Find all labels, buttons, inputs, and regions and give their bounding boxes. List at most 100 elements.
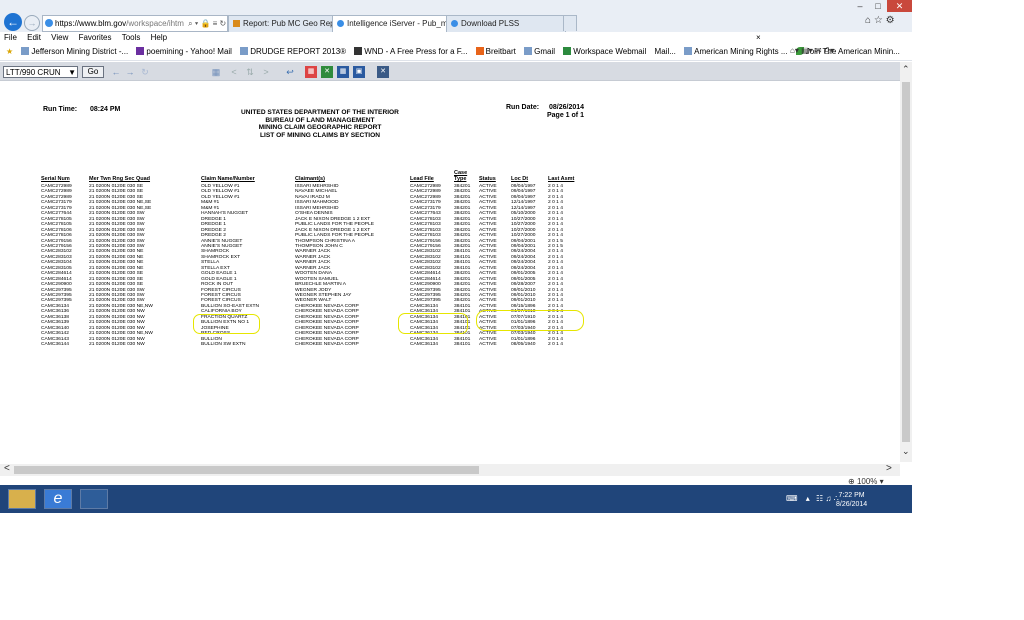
close-window-button[interactable]: ✕ bbox=[887, 0, 912, 12]
report-title-line: MINING CLAIM GEOGRAPHIC REPORT bbox=[258, 124, 382, 132]
next-page-icon[interactable]: > bbox=[260, 66, 272, 78]
favorite-label: WND - A Free Press for a F... bbox=[364, 47, 468, 56]
clock-time: 7:22 PM bbox=[838, 492, 865, 499]
export-image-icon[interactable]: ▦ bbox=[337, 66, 349, 78]
run-date-value: 08/26/2014 bbox=[549, 104, 585, 111]
run-time-label: Run Time: bbox=[43, 106, 78, 113]
menu-edit[interactable]: Edit bbox=[27, 33, 41, 42]
scroll-down-icon[interactable]: ⌄ bbox=[902, 446, 910, 457]
home-page-icon[interactable]: ⌂▾ bbox=[790, 46, 799, 55]
tray-expand-icon[interactable]: ▴ bbox=[806, 494, 810, 503]
address-bar[interactable]: https://www.blm.gov/workspace/ihtm ⌕ ▾ 🔒… bbox=[42, 15, 228, 32]
horizontal-scroll-thumb[interactable] bbox=[14, 466, 479, 474]
internet-explorer-icon[interactable]: e bbox=[44, 489, 72, 509]
page-icon bbox=[684, 47, 693, 55]
col-mer-twn-rng-sec-quad-cell: 21 0200N 0120E 030 NW bbox=[89, 342, 145, 348]
tab-intelligence-iserver[interactable]: Intelligence iServer - Pub_m... × bbox=[332, 15, 450, 32]
file-explorer-icon[interactable] bbox=[8, 489, 36, 509]
save-icon[interactable]: ▣ bbox=[353, 66, 365, 78]
export-excel-icon[interactable]: ✕ bbox=[321, 66, 333, 78]
col-serial-num-header: Serial Num bbox=[41, 176, 70, 182]
menu-view[interactable]: View bbox=[51, 33, 68, 42]
maximize-button[interactable]: □ bbox=[869, 0, 887, 12]
background bbox=[912, 0, 1024, 513]
print-icon[interactable]: ⎙▾ bbox=[824, 46, 834, 55]
menu-bar: File Edit View Favorites Tools Help × bbox=[0, 32, 912, 44]
favorite-breitbart[interactable]: Breitbart bbox=[475, 44, 516, 60]
menu-tools[interactable]: Tools bbox=[122, 33, 141, 42]
favorite-drudge-report[interactable]: DRUDGE REPORT 2013® bbox=[240, 44, 346, 60]
minimize-button[interactable]: – bbox=[851, 0, 869, 12]
find-icon[interactable]: ↩ bbox=[284, 66, 296, 78]
favorites-star-icon[interactable]: ☆ bbox=[874, 15, 883, 26]
clock-date: 8/26/2014 bbox=[836, 501, 868, 508]
scroll-left-icon[interactable]: < bbox=[4, 463, 10, 474]
favorite-label: Jefferson Mining District -... bbox=[31, 47, 129, 56]
favorite-mail[interactable]: Mail... bbox=[655, 44, 676, 60]
menu-file[interactable]: File bbox=[4, 33, 17, 42]
page-icon bbox=[524, 47, 533, 55]
favorite-label: DRUDGE REPORT 2013® bbox=[250, 47, 347, 56]
vertical-scroll-thumb[interactable] bbox=[902, 82, 910, 442]
ie-page-icon bbox=[45, 19, 53, 27]
breitbart-icon bbox=[475, 47, 484, 55]
favorite-gmail[interactable]: Gmail bbox=[524, 44, 555, 60]
command-bar: ⌂▾ ▤▾ ✉ ⎙▾ bbox=[790, 46, 834, 56]
favorite-american-mining-rights[interactable]: American Mining Rights ... bbox=[684, 44, 788, 60]
chevron-down-icon: ▼ bbox=[68, 68, 76, 77]
new-tab-button[interactable] bbox=[563, 15, 577, 31]
volume-icon[interactable]: ♫ bbox=[825, 494, 831, 503]
tab-favicon-icon bbox=[337, 20, 344, 27]
col-last-asmt-header: Last Asmt bbox=[548, 176, 575, 182]
system-clock[interactable]: 7:22 PM 8/26/2014 bbox=[836, 491, 867, 509]
previous-page-icon[interactable]: < bbox=[228, 66, 240, 78]
highlight-circle-dates bbox=[476, 310, 584, 331]
windows-taskbar bbox=[0, 485, 912, 513]
refresh-icon[interactable]: ↻ bbox=[139, 66, 151, 78]
app-window-icon[interactable] bbox=[80, 489, 108, 509]
tab-favicon-icon bbox=[451, 20, 458, 27]
favorite-label: Mail... bbox=[654, 47, 676, 56]
favorite-jefferson-mining[interactable]: Jefferson Mining District -... bbox=[21, 44, 128, 60]
page-selector-icon[interactable]: ⇅ bbox=[244, 66, 256, 78]
first-page-icon[interactable]: ▦ bbox=[210, 66, 222, 78]
browser-tools: ⌂ ☆ ⚙ bbox=[865, 15, 895, 26]
settings-gear-icon[interactable]: ⚙ bbox=[886, 15, 895, 26]
export-pdf-icon[interactable]: ▦ bbox=[305, 66, 317, 78]
window-controls: – □ ✕ bbox=[851, 0, 912, 12]
mail-icon[interactable]: ✉ bbox=[815, 46, 822, 55]
favorites-star-icon[interactable]: ★ bbox=[6, 44, 13, 60]
tab-label: Report: Pub MC Geo Report bbox=[243, 19, 336, 28]
tab-report-pub-mc-geo[interactable]: Report: Pub MC Geo Report bbox=[228, 15, 336, 32]
network-icon[interactable]: ☷ bbox=[816, 494, 823, 503]
scroll-up-icon[interactable]: ⌃ bbox=[902, 64, 910, 75]
keyboard-icon[interactable]: ⌨ bbox=[786, 494, 798, 503]
address-path: /workspace/ihtm bbox=[126, 19, 184, 28]
tab-label: Download PLSS bbox=[461, 19, 520, 28]
yahoo-mail-icon bbox=[136, 47, 145, 55]
favorites-bar: ★ Jefferson Mining District -... poemini… bbox=[0, 44, 912, 61]
forward-button[interactable]: → bbox=[24, 15, 40, 31]
page-icon bbox=[21, 47, 30, 55]
menu-help[interactable]: Help bbox=[151, 33, 167, 42]
forward-arrow-icon[interactable]: → bbox=[124, 66, 136, 78]
col-last-asmt-cell: 2 0 1 4 bbox=[548, 342, 563, 348]
report-select[interactable]: LTT/990 CRUN ▼ bbox=[3, 66, 78, 78]
favorite-wnd[interactable]: WND - A Free Press for a F... bbox=[354, 44, 467, 60]
scroll-right-icon[interactable]: > bbox=[886, 463, 892, 474]
feeds-icon[interactable]: ▤▾ bbox=[801, 46, 813, 55]
home-icon[interactable]: ⌂ bbox=[865, 15, 871, 26]
favorite-label: Workspace Webmail bbox=[573, 47, 647, 56]
address-domain: https://www.blm.gov bbox=[55, 19, 127, 28]
favorite-poemining-yahoo[interactable]: poemining - Yahoo! Mail bbox=[136, 44, 232, 60]
go-button[interactable]: Go bbox=[82, 66, 104, 78]
menu-close-x[interactable]: × bbox=[756, 32, 761, 44]
tab-download-plss[interactable]: Download PLSS bbox=[446, 15, 566, 32]
report-title-line: BUREAU OF LAND MANAGEMENT bbox=[265, 116, 375, 124]
menu-favorites[interactable]: Favorites bbox=[79, 33, 112, 42]
close-report-icon[interactable]: ✕ bbox=[377, 66, 389, 78]
address-controls-icons[interactable]: ⌕ ▾ 🔒 ≡ ↻ bbox=[188, 19, 226, 28]
favorite-workspace-webmail[interactable]: Workspace Webmail bbox=[563, 44, 646, 60]
back-arrow-icon[interactable]: ← bbox=[110, 66, 122, 78]
back-button[interactable]: ← bbox=[4, 13, 22, 31]
